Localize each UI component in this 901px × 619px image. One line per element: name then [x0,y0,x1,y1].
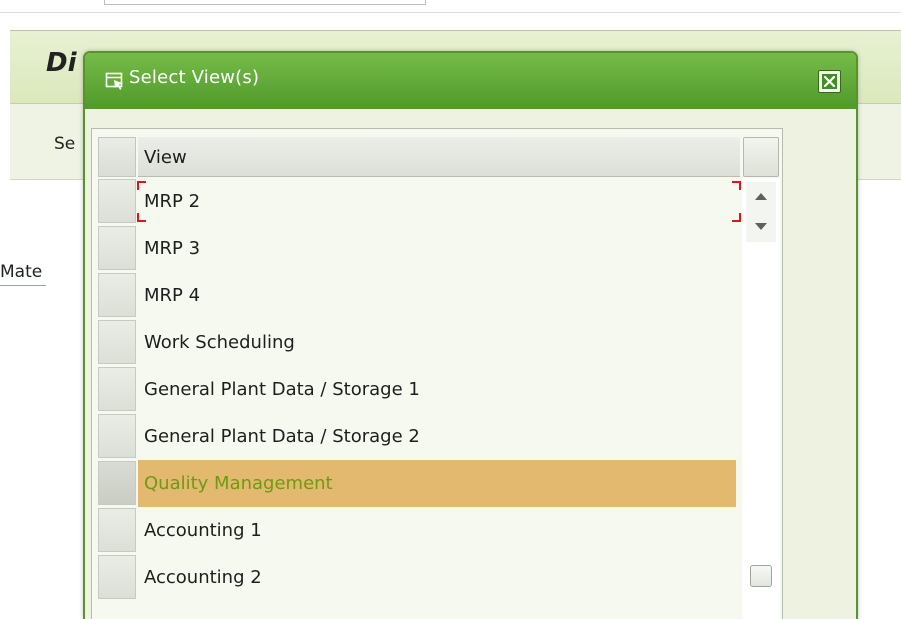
table-row[interactable]: Work Scheduling [92,319,742,366]
scroll-thumb[interactable] [750,565,772,587]
toolbar-button[interactable]: Se [54,134,75,154]
row-selector[interactable] [98,320,136,364]
select-all-column-header[interactable] [98,137,136,177]
column-header-label: View [144,147,187,168]
screen-title: Di [46,48,77,78]
row-label[interactable]: General Plant Data / Storage 2 [138,413,736,460]
views-table: View MRP 2 MRP 3 MRP 4 Work Scheduling Gener… [91,128,783,619]
select-views-dialog: Select View(s) View MRP 2 MRP 3 MRP 4 Work … [83,51,858,619]
focus-marker [137,181,146,190]
dialog-body: View MRP 2 MRP 3 MRP 4 Work Scheduling Gener… [85,109,856,619]
table-settings-button[interactable] [743,137,779,177]
row-selector[interactable] [98,555,136,599]
focus-marker [732,213,741,222]
table-row[interactable]: MRP 2 [92,178,742,225]
row-selector[interactable] [98,461,136,505]
dialog-titlebar[interactable]: Select View(s) [85,53,856,109]
table-row[interactable]: General Plant Data / Storage 1 [92,366,742,413]
table-row[interactable]: General Plant Data / Storage 2 [92,413,742,460]
scroll-up-button[interactable] [746,182,776,212]
table-row[interactable]: MRP 3 [92,225,742,272]
close-button[interactable] [818,70,841,93]
row-label[interactable]: Work Scheduling [138,319,736,366]
row-label[interactable]: MRP 3 [138,225,736,272]
top-separator [0,12,901,13]
table-row[interactable]: MRP 4 [92,272,742,319]
row-label[interactable]: MRP 2 [138,178,736,225]
row-selector[interactable] [98,179,136,223]
material-field-label: Mate [0,262,47,286]
table-row[interactable]: Quality Management [92,460,742,507]
row-selector[interactable] [98,508,136,552]
row-label[interactable]: MRP 4 [138,272,736,319]
row-label[interactable]: Accounting 1 [138,507,736,554]
row-label[interactable]: General Plant Data / Storage 1 [138,366,736,413]
table-row[interactable]: Accounting 1 [92,507,742,554]
row-selector[interactable] [98,226,136,270]
focus-marker [732,181,741,190]
focus-marker [137,213,146,222]
window-icon [105,72,123,90]
row-label[interactable]: Accounting 2 [138,554,736,601]
row-label[interactable]: Quality Management [138,460,736,507]
row-selector[interactable] [98,273,136,317]
table-row[interactable]: Accounting 2 [92,554,742,601]
dialog-title: Select View(s) [129,67,260,88]
arrow-down-icon [755,223,767,230]
table-header: View [92,129,782,178]
close-icon [822,74,837,89]
row-selector[interactable] [98,367,136,411]
column-header-view[interactable]: View [138,137,740,177]
row-selector[interactable] [98,414,136,458]
vertical-scrollbar[interactable] [742,178,780,619]
scroll-down-button[interactable] [746,212,776,242]
top-input-field[interactable] [104,0,426,5]
arrow-up-icon [755,193,767,200]
